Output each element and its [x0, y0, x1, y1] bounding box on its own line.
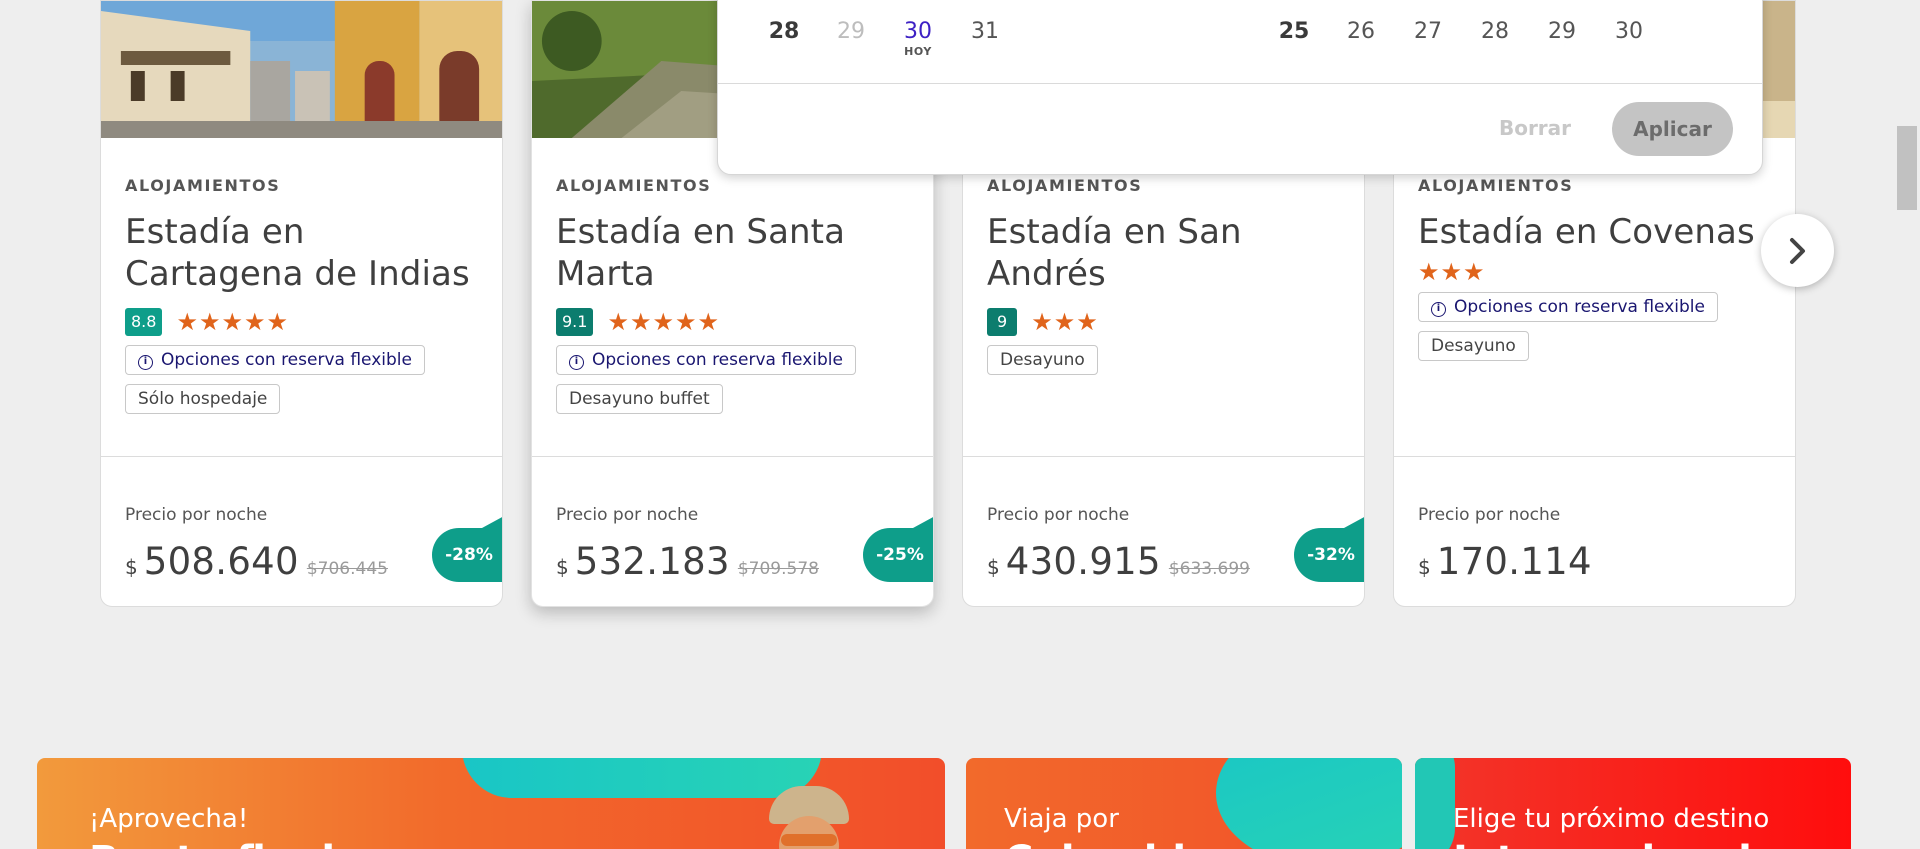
price-value: 508.640 [143, 540, 299, 583]
calendar-day[interactable]: 26 [1331, 19, 1391, 44]
card-category: ALOJAMIENTOS [1418, 176, 1574, 195]
currency-symbol: $ [556, 555, 569, 579]
card-title[interactable]: Estadía en San Andrés [987, 211, 1348, 295]
card-category: ALOJAMIENTOS [125, 176, 281, 195]
price-label: Precio por noche [556, 505, 699, 525]
calendar-day-today[interactable]: 30 [888, 19, 948, 44]
price-row: $ 532.183 $709.578 [556, 540, 819, 583]
promo-banner-offer[interactable]: ¡Aprovecha! Ronto final [37, 758, 945, 849]
calendar-day[interactable]: 25 [1264, 19, 1324, 44]
traveler-photo [757, 786, 872, 849]
banner-kicker: ¡Aprovecha! [89, 804, 249, 834]
card-title[interactable]: Estadía en Covenas [1418, 211, 1779, 253]
card-body: ALOJAMIENTOS Estadía en Cartagena de Ind… [125, 176, 486, 414]
discount-badge: -25% [863, 516, 933, 582]
info-icon: i [1431, 302, 1446, 317]
board-chip: Sólo hospedaje [125, 384, 281, 414]
banner-wave-decoration [1216, 758, 1402, 849]
banner-kicker: Elige tu próximo destino [1453, 804, 1770, 834]
promo-banner-international[interactable]: Elige tu próximo destino Internacional [1415, 758, 1851, 849]
apply-dates-button[interactable]: Aplicar [1612, 102, 1733, 156]
price-row: $ 430.915 $633.699 [987, 540, 1250, 583]
banner-headline: Ronto final [89, 838, 335, 849]
rating-row: 8.8 ★★★★★ [125, 307, 486, 336]
flexible-booking-label: Opciones con reserva flexible [592, 350, 843, 370]
currency-symbol: $ [1418, 555, 1431, 579]
review-score-badge: 8.8 [125, 307, 163, 336]
flexible-booking-chip[interactable]: i Opciones con reserva flexible [125, 345, 425, 375]
board-chip: Desayuno buffet [556, 384, 723, 414]
rating-row: 9 ★★★ [987, 307, 1348, 336]
chevron-right-icon [1789, 237, 1805, 264]
calendar-day[interactable]: 31 [955, 19, 1015, 44]
banner-kicker: Viaja por [1004, 804, 1119, 834]
price-row: $ 508.640 $706.445 [125, 540, 388, 583]
flexible-booking-chip[interactable]: i Opciones con reserva flexible [556, 345, 856, 375]
banner-headline: Internacional [1453, 838, 1752, 849]
banner-wave-decoration [1415, 758, 1455, 849]
card-title[interactable]: Estadía en Cartagena de Indias [125, 211, 486, 295]
flexible-booking-label: Opciones con reserva flexible [1454, 297, 1705, 317]
calendar-day-disabled: 28 [768, 19, 800, 44]
price-value: 430.915 [1005, 540, 1161, 583]
card-divider [1394, 456, 1795, 457]
calendar-day[interactable]: 30 [1599, 19, 1659, 44]
review-score-badge: 9 [987, 307, 1018, 336]
cartagena-street-image [101, 1, 502, 138]
original-price: $706.445 [306, 559, 388, 579]
calendar-day[interactable]: 29 [1532, 19, 1592, 44]
original-price: $709.578 [737, 559, 819, 579]
card-category: ALOJAMIENTOS [987, 176, 1143, 195]
currency-symbol: $ [987, 555, 1000, 579]
product-card-cartagena[interactable]: ALOJAMIENTOS Estadía en Cartagena de Ind… [100, 0, 503, 607]
calendar-day[interactable]: 27 [1398, 19, 1458, 44]
board-chip: Desayuno [1418, 331, 1529, 361]
card-title[interactable]: Estadía en Santa Marta [556, 211, 917, 295]
card-divider [101, 456, 502, 457]
price-label: Precio por noche [1418, 505, 1561, 525]
board-chip: Desayuno [987, 345, 1098, 375]
rating-row: ★★★ [1418, 257, 1779, 286]
calendar-divider [718, 83, 1762, 84]
card-body: ALOJAMIENTOS Estadía en San Andrés 9 ★★★… [987, 176, 1348, 375]
price-row: $ 170.114 [1418, 540, 1592, 583]
banner-headline: Colombia [1004, 838, 1213, 849]
price-value: 170.114 [1436, 540, 1592, 583]
info-icon: i [138, 355, 153, 370]
info-icon: i [569, 355, 584, 370]
rating-row: 9.1 ★★★★★ [556, 307, 917, 336]
calendar-day-disabled: 29 [837, 19, 865, 44]
review-score-badge: 9.1 [556, 307, 594, 336]
card-divider [963, 456, 1364, 457]
card-body: ALOJAMIENTOS Estadía en Santa Marta 9.1 … [556, 176, 917, 414]
today-label: HOY [904, 45, 932, 58]
card-divider [532, 456, 933, 457]
promo-banner-colombia[interactable]: Viaja por Colombia [966, 758, 1402, 849]
carousel-next-button[interactable] [1761, 214, 1834, 287]
calendar-day[interactable]: 28 [1465, 19, 1525, 44]
price-label: Precio por noche [987, 505, 1130, 525]
card-body: ALOJAMIENTOS Estadía en Covenas ★★★ i Opc… [1418, 176, 1779, 361]
price-label: Precio por noche [125, 505, 268, 525]
discount-badge: -32% [1294, 516, 1364, 582]
currency-symbol: $ [125, 555, 138, 579]
star-rating: ★★★ [1418, 257, 1486, 286]
flexible-booking-chip[interactable]: i Opciones con reserva flexible [1418, 292, 1718, 322]
discount-badge: -28% [432, 516, 502, 582]
original-price: $633.699 [1168, 559, 1250, 579]
star-rating: ★★★ [1031, 307, 1099, 336]
star-rating: ★★★★★ [176, 307, 290, 336]
page-scrollbar-thumb[interactable] [1897, 126, 1917, 210]
price-value: 532.183 [574, 540, 730, 583]
clear-dates-button[interactable]: Borrar [1470, 101, 1600, 155]
star-rating: ★★★★★ [607, 307, 721, 336]
flexible-booking-label: Opciones con reserva flexible [161, 350, 412, 370]
card-category: ALOJAMIENTOS [556, 176, 712, 195]
